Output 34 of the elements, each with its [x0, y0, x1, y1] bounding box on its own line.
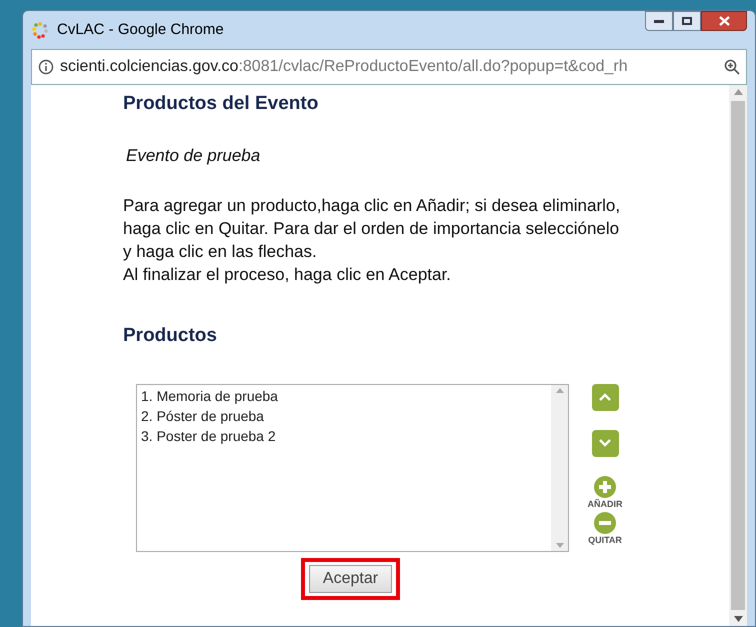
close-button[interactable] — [701, 11, 747, 31]
instruction-text: Al finalizar el proceso, haga clic en Aceptar. — [123, 264, 452, 286]
window-title: CvLAC - Google Chrome — [57, 20, 224, 40]
minimize-button[interactable] — [645, 11, 673, 31]
list-item[interactable]: 1. Memoria de prueba — [141, 386, 551, 406]
zoom-icon[interactable] — [724, 59, 740, 75]
maximize-button[interactable] — [673, 11, 701, 31]
list-item[interactable]: 3. Poster de prueba 2 — [141, 426, 551, 446]
scroll-down-icon[interactable] — [734, 616, 742, 622]
url-text: scienti.colciencias.gov.co:8081/cvlac/ReProductoEvento/all.do?popup=t&cod_rh — [60, 57, 628, 77]
list-scrollbar[interactable] — [551, 384, 568, 550]
add-button[interactable]: AÑADIR — [588, 476, 622, 511]
address-bar[interactable]: scienti.colciencias.gov.co:8081/cvlac/ReProductoEvento/all.do?popup=t&cod_rh — [31, 49, 747, 85]
info-icon — [38, 59, 54, 75]
scroll-up-icon[interactable] — [734, 89, 742, 95]
app-logo-icon — [31, 21, 49, 39]
chevron-up-icon — [599, 393, 611, 401]
instruction-text: Para agregar un producto,haga clic en Añadir; si desea eliminarlo, haga clic en Quitar. Para dar el orden de importancia selecciónelo y haga clic en las flechas. — [123, 195, 622, 263]
remove-button[interactable]: QUITAR — [588, 512, 622, 548]
close-icon — [718, 16, 730, 26]
move-down-button[interactable] — [592, 430, 618, 456]
page-scrollbar[interactable] — [729, 85, 747, 626]
accept-button[interactable]: Aceptar — [309, 564, 392, 592]
move-up-button[interactable] — [592, 384, 618, 410]
plus-circle-icon — [594, 476, 616, 498]
section-heading: Productos — [123, 324, 218, 348]
event-name: Evento de prueba — [126, 144, 262, 166]
chevron-down-icon — [599, 439, 611, 447]
scrollbar-thumb[interactable] — [731, 101, 745, 610]
page-heading: Productos del Evento — [123, 92, 320, 116]
list-item[interactable]: 2. Póster de prueba — [141, 406, 551, 426]
minus-circle-icon — [594, 512, 616, 534]
scroll-up-icon[interactable] — [556, 388, 564, 392]
product-listbox[interactable]: 1. Memoria de prueba 2. Póster de prueba 3. Poster de prueba 2 — [136, 384, 569, 552]
